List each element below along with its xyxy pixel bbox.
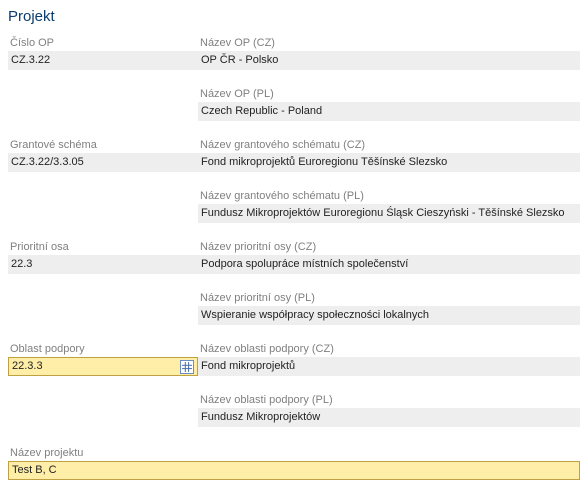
value-prioritni-osa: 22.3 <box>8 255 198 274</box>
value-nazev-op-pl: Czech Republic - Poland <box>198 102 580 121</box>
value-nazev-oblast-cz: Fond mikroprojektů <box>198 357 580 376</box>
value-nazev-osa-pl: Wspieranie współpracy społeczności lokal… <box>198 306 580 325</box>
page-title: Projekt <box>8 8 580 25</box>
label-cislo-op: Číslo OP <box>8 35 198 51</box>
lookup-icon[interactable] <box>180 360 194 374</box>
label-grantove-schema: Grantové schéma <box>8 137 198 153</box>
label-nazev-osa-cz: Název prioritní osy (CZ) <box>198 239 580 255</box>
value-oblast-podpory: 22.3.3 <box>12 359 43 374</box>
value-grantove-schema: CZ.3.22/3.3.05 <box>8 153 198 172</box>
project-form: Číslo OP CZ.3.22 Název OP (CZ) OP ČR - P… <box>8 35 580 480</box>
label-nazev-schema-pl: Název grantového schématu (PL) <box>198 188 580 204</box>
value-nazev-projektu: Test B, C <box>12 463 57 478</box>
value-nazev-schema-cz: Fond mikroprojektů Euroregionu Těšínské … <box>198 153 580 172</box>
value-nazev-osa-cz: Podpora spolupráce místních společenství <box>198 255 580 274</box>
value-nazev-schema-pl: Fundusz Mikroprojektów Euroregionu Śląsk… <box>198 204 580 223</box>
input-nazev-projektu[interactable]: Test B, C <box>8 461 580 480</box>
label-nazev-oblast-cz: Název oblasti podpory (CZ) <box>198 341 580 357</box>
value-cislo-op: CZ.3.22 <box>8 51 198 70</box>
value-nazev-oblast-pl: Fundusz Mikroprojektów <box>198 408 580 427</box>
label-nazev-osa-pl: Název prioritní osy (PL) <box>198 290 580 306</box>
label-nazev-op-cz: Název OP (CZ) <box>198 35 580 51</box>
input-oblast-podpory[interactable]: 22.3.3 <box>8 357 198 376</box>
label-prioritni-osa: Prioritní osa <box>8 239 198 255</box>
label-oblast-podpory: Oblast podpory <box>8 341 198 357</box>
label-nazev-projektu: Název projektu <box>8 445 580 461</box>
label-nazev-op-pl: Název OP (PL) <box>198 86 580 102</box>
label-nazev-oblast-pl: Název oblasti podpory (PL) <box>198 392 580 408</box>
label-nazev-schema-cz: Název grantového schématu (CZ) <box>198 137 580 153</box>
value-nazev-op-cz: OP ČR - Polsko <box>198 51 580 70</box>
